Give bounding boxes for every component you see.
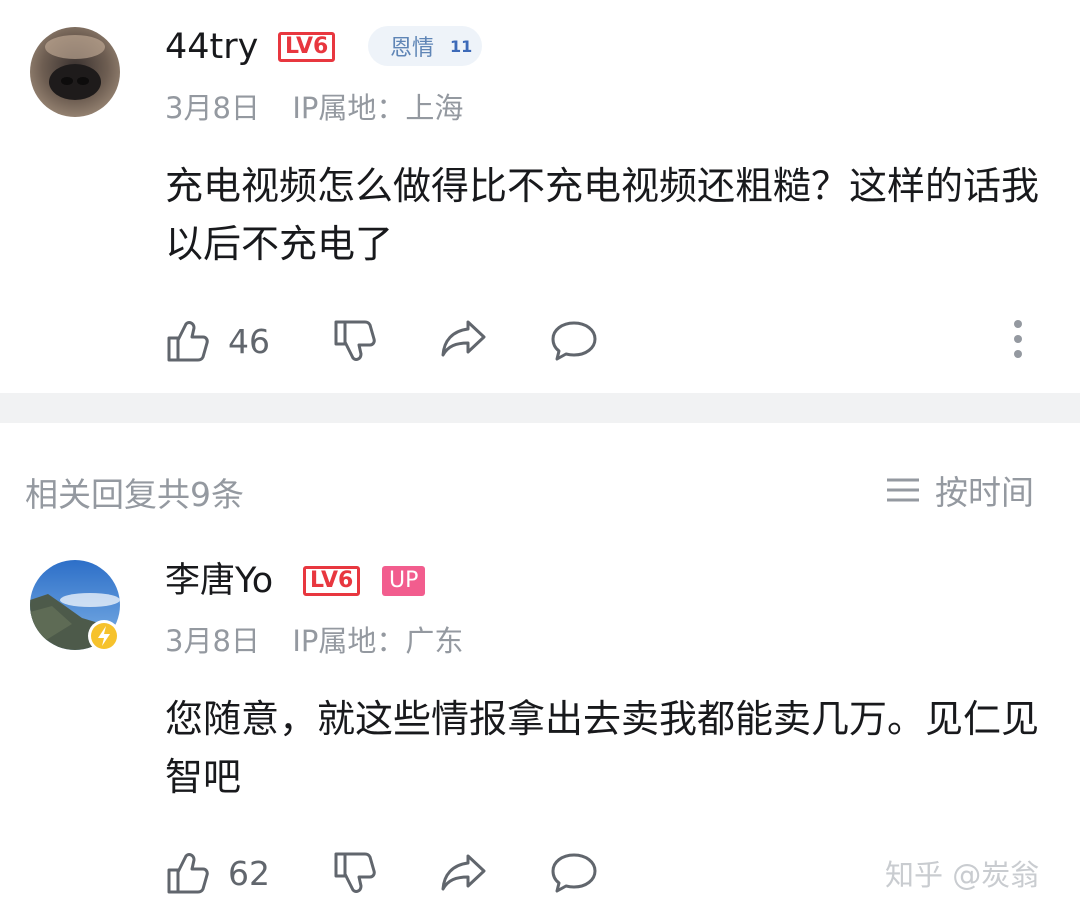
avatar[interactable]	[30, 27, 120, 117]
share-button[interactable]	[440, 852, 488, 894]
avatar-wrapper[interactable]	[30, 560, 122, 652]
fan-badge-label: 恩情	[390, 36, 435, 61]
level-badge: LV6	[303, 566, 361, 596]
comment-meta: 3月8日 IP属地：上海	[165, 85, 463, 127]
replies-count-title: 相关回复共9条	[25, 475, 244, 514]
ip-location: IP属地：上海	[292, 91, 464, 125]
username[interactable]: 李唐Yo	[165, 561, 273, 601]
reply-bubble-icon	[551, 321, 597, 361]
charge-badge	[88, 620, 120, 652]
dislike-button[interactable]	[332, 318, 378, 364]
reply-bubble-icon	[551, 853, 597, 893]
share-button[interactable]	[440, 318, 488, 360]
more-vertical-icon	[1014, 320, 1022, 358]
section-divider	[0, 393, 1080, 423]
thumbs-down-icon	[334, 852, 376, 893]
up-badge: UP	[382, 566, 426, 596]
like-button[interactable]	[165, 318, 211, 364]
dislike-button[interactable]	[332, 850, 378, 896]
thumbs-up-icon	[167, 853, 209, 894]
comment-content: 您随意，就这些情报拿出去卖我都能卖几万。见仁见智吧	[165, 697, 1040, 799]
more-button[interactable]	[1008, 318, 1028, 360]
sort-toggle[interactable]: 按时间	[885, 466, 1034, 514]
level-badge: LV6	[278, 32, 336, 62]
sort-lines-icon	[887, 478, 919, 502]
comment-date: 3月8日	[165, 91, 260, 125]
comment-content: 充电视频怎么做得比不充电视频还粗糙？这样的话我以后不充电了	[165, 164, 1040, 266]
lightning-icon	[91, 623, 117, 649]
ip-location: IP属地：广东	[292, 624, 464, 658]
dog-avatar-image	[30, 27, 120, 117]
username[interactable]: 44try	[165, 27, 258, 67]
fan-badge-level: 11	[450, 36, 473, 56]
sort-label: 按时间	[935, 473, 1034, 512]
like-count: 46	[228, 322, 270, 361]
fan-badge[interactable]: 恩情 11	[368, 26, 483, 66]
comment-meta: 3月8日 IP属地：广东	[165, 618, 463, 660]
like-count: 62	[228, 854, 270, 893]
thumbs-down-icon	[334, 320, 376, 361]
share-icon	[441, 320, 486, 357]
reply-button[interactable]	[550, 852, 598, 894]
like-button[interactable]	[165, 850, 211, 896]
watermark: 知乎 @炭翁	[885, 858, 1040, 892]
thumbs-up-icon	[167, 321, 209, 362]
reply-button[interactable]	[550, 320, 598, 362]
share-icon	[441, 854, 486, 891]
comment-date: 3月8日	[165, 624, 260, 658]
